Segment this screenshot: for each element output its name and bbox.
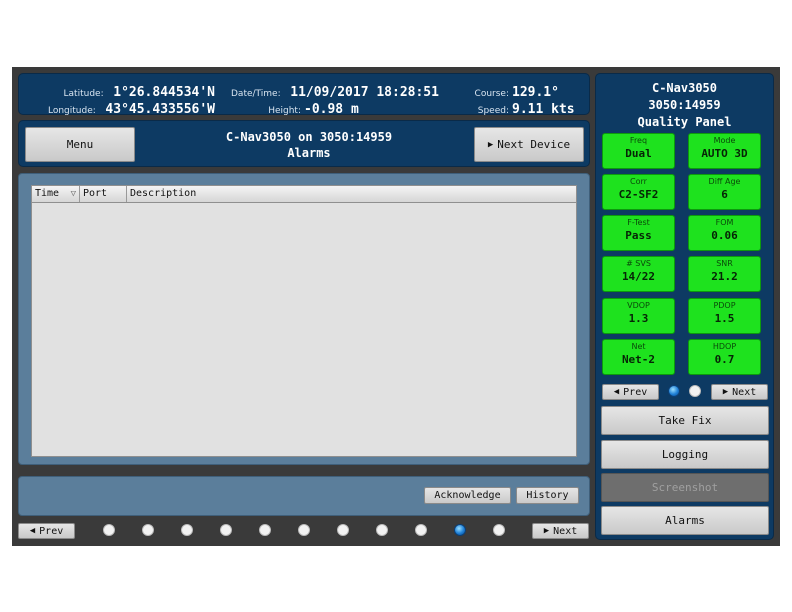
alarms-table-body: [32, 203, 576, 456]
column-header-time[interactable]: Time ▽: [32, 186, 80, 202]
screenshot-button[interactable]: Screenshot: [601, 473, 769, 502]
net-tile: Net Net-2: [602, 339, 675, 375]
prev-page-button[interactable]: ◀ Prev: [18, 523, 75, 539]
page-title: C-Nav3050 on 3050:14959 Alarms: [159, 129, 459, 161]
f-test-tile: F-Test Pass: [602, 215, 675, 251]
header-bar: Menu C-Nav3050 on 3050:14959 Alarms ▶ Ne…: [18, 120, 590, 167]
column-header-description[interactable]: Description: [127, 186, 578, 202]
page-indicator-5[interactable]: [259, 524, 271, 536]
next-page-button[interactable]: ▶ Next: [532, 523, 589, 539]
page-indicator-8[interactable]: [376, 524, 388, 536]
right-arrow-icon: ▶: [543, 526, 550, 536]
qp-heading: Quality Panel: [637, 115, 732, 129]
alarms-table-header: Time ▽ Port Description: [32, 186, 576, 203]
page-indicator-6[interactable]: [298, 524, 310, 536]
acknowledge-button[interactable]: Acknowledge: [424, 487, 511, 504]
app-window: Latitude: 1°26.844534'N Longitude: 43°45…: [12, 67, 780, 546]
play-icon: ▶: [487, 139, 494, 150]
page-indicator-4[interactable]: [220, 524, 232, 536]
vdop-tile: VDOP 1.3: [602, 298, 675, 334]
page-indicator-9[interactable]: [415, 524, 427, 536]
qp-device-serial: 3050:14959: [648, 98, 721, 112]
page-indicator-10-active[interactable]: [454, 524, 466, 536]
alarms-button[interactable]: Alarms: [601, 506, 769, 535]
height-value: -0.98 m: [304, 102, 359, 117]
corr-tile: Corr C2-SF2: [602, 174, 675, 210]
alarm-action-bar: Acknowledge History: [18, 476, 590, 516]
qp-page-indicator-2[interactable]: [689, 385, 701, 397]
speed-label: Speed:: [477, 106, 509, 116]
qp-page-indicator-1-active[interactable]: [668, 385, 680, 397]
qp-device-model: C-Nav3050: [651, 81, 718, 95]
pdop-tile: PDOP 1.5: [688, 298, 761, 334]
quality-panel: C-Nav3050 3050:14959 Quality Panel Freq …: [595, 73, 774, 540]
right-arrow-icon: ▶: [722, 387, 729, 397]
page-indicator-3[interactable]: [181, 524, 193, 536]
freq-tile: Freq Dual: [602, 133, 675, 169]
page-indicator-11[interactable]: [493, 524, 505, 536]
logging-button[interactable]: Logging: [601, 440, 769, 469]
position-status-bar: Latitude: 1°26.844534'N Longitude: 43°45…: [18, 73, 590, 117]
mode-tile: Mode AUTO 3D: [688, 133, 761, 169]
left-arrow-icon: ◀: [29, 526, 36, 536]
device-title: C-Nav3050 on 3050:14959: [225, 130, 393, 144]
hdop-tile: HDOP 0.7: [688, 339, 761, 375]
next-device-label: Next Device: [497, 138, 571, 151]
alarms-content-area: Time ▽ Port Description: [18, 173, 590, 465]
page-indicator-7[interactable]: [337, 524, 349, 536]
view-title: Alarms: [287, 146, 331, 160]
speed-value: 9.11 kts: [512, 102, 575, 117]
svs-tile: # SVS 14/22: [602, 256, 675, 292]
fom-tile: FOM 0.06: [688, 215, 761, 251]
history-button[interactable]: History: [516, 487, 579, 504]
column-header-port[interactable]: Port: [80, 186, 127, 202]
qp-prev-button[interactable]: ◀ Prev: [602, 384, 659, 400]
quality-panel-title: C-Nav3050 3050:14959 Quality Panel: [596, 80, 773, 131]
alarms-table: Time ▽ Port Description: [31, 185, 577, 457]
longitude-value: 43°45.433556'W: [105, 102, 215, 117]
qp-next-button[interactable]: ▶ Next: [711, 384, 768, 400]
height-label: Height:: [268, 106, 301, 116]
sort-descending-icon: ▽: [70, 189, 76, 199]
page-indicator-2[interactable]: [142, 524, 154, 536]
left-arrow-icon: ◀: [613, 387, 620, 397]
menu-button-label: Menu: [66, 138, 94, 151]
snr-tile: SNR 21.2: [688, 256, 761, 292]
menu-button[interactable]: Menu: [25, 127, 135, 162]
longitude-label: Longitude:: [47, 106, 96, 116]
diff-age-tile: Diff Age 6: [688, 174, 761, 210]
page-indicator-1[interactable]: [103, 524, 115, 536]
take-fix-button[interactable]: Take Fix: [601, 406, 769, 435]
next-device-button[interactable]: ▶ Next Device: [474, 127, 584, 162]
